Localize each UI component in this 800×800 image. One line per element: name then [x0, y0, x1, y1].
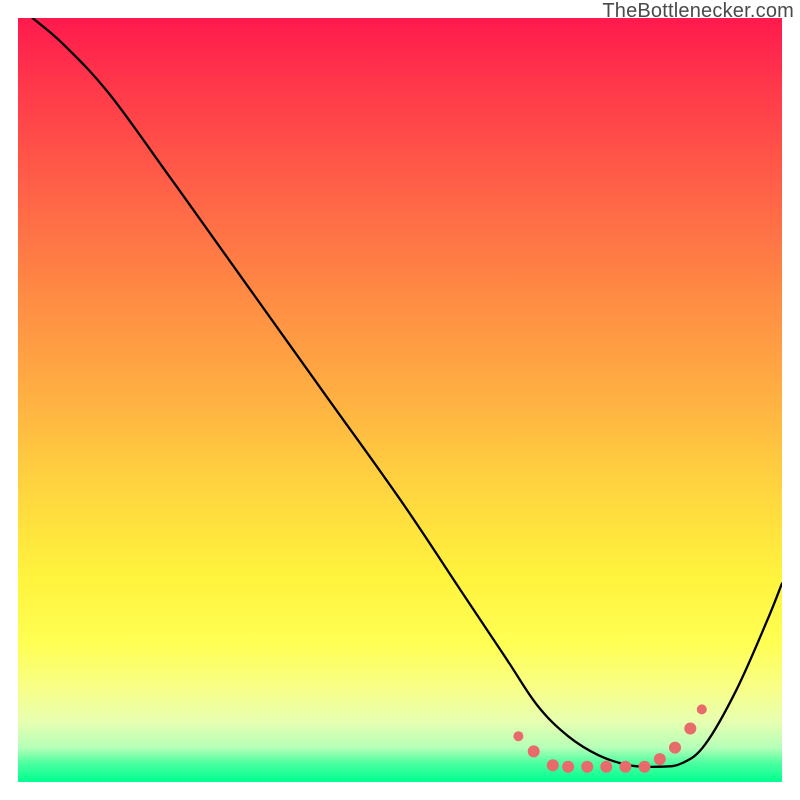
marker-point — [562, 761, 574, 773]
marker-point — [639, 761, 651, 773]
bottleneck-curve — [33, 18, 783, 767]
marker-point — [669, 742, 681, 754]
marker-point — [600, 761, 612, 773]
marker-point — [619, 761, 631, 773]
chart-container: TheBottlenecker.com — [0, 0, 800, 800]
curve-layer — [18, 18, 782, 782]
curve-markers — [513, 704, 706, 772]
marker-point — [581, 761, 593, 773]
marker-point — [654, 753, 666, 765]
marker-point — [513, 731, 523, 741]
marker-point — [684, 723, 696, 735]
plot-area — [18, 18, 782, 782]
marker-point — [528, 745, 540, 757]
marker-point — [547, 759, 559, 771]
marker-point — [697, 704, 707, 714]
